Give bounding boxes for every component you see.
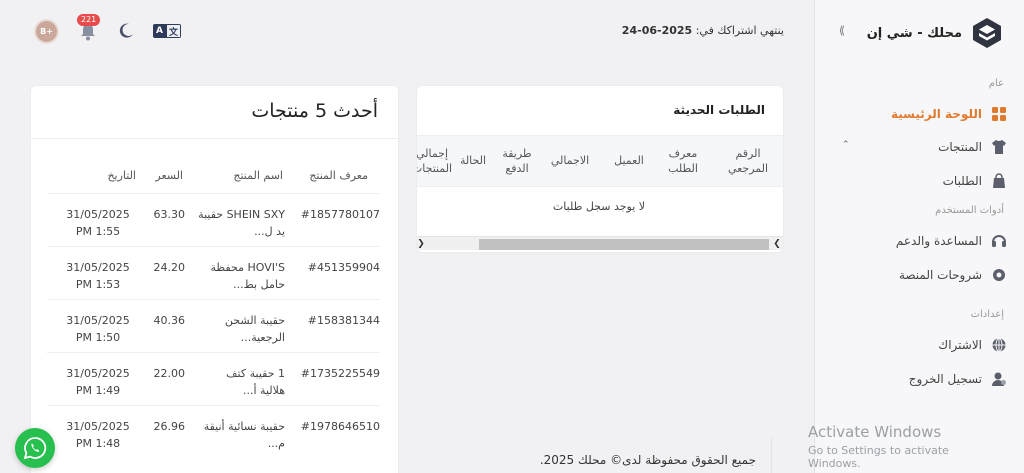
footer-divider — [771, 438, 772, 473]
sidebar-item-label: المنتجات — [938, 140, 982, 154]
product-date: 31/05/2025 1:53 PM — [66, 261, 130, 291]
dashboard-icon — [990, 105, 1008, 123]
header-actions: A 文 221 B+ — [34, 14, 181, 44]
chevron-up-icon[interactable]: ⌃ — [842, 140, 850, 150]
sidebar-item-products[interactable]: المنتجات ⌃ — [828, 134, 1008, 160]
product-id: #451359904 — [307, 261, 380, 274]
latest-products-title: أحدث 5 منتجات — [251, 100, 378, 122]
product-name: HOVI'S محفظة حامل بط... — [210, 261, 286, 291]
product-name: حقيبة الشحن الرجعية... — [224, 314, 285, 344]
product-price: 22.00 — [153, 367, 186, 380]
user-logout-icon — [990, 370, 1008, 388]
products-col-date: التاريخ — [107, 169, 136, 182]
orders-col-order-id: معرف الطلب — [668, 147, 698, 175]
sidebar-item-dashboard[interactable]: اللوحة الرئيسية — [828, 101, 1008, 127]
product-id: #1978646510 — [300, 420, 380, 433]
latest-products-card: أحدث 5 منتجات معرف المنتج اسم المنتج الس… — [30, 85, 399, 473]
bag-icon — [990, 172, 1008, 190]
whatsapp-button[interactable] — [15, 428, 55, 468]
subscription-expiry: ينتهي اشتراكك في: 2025-06-24 — [622, 24, 784, 37]
notifications-button[interactable]: 221 — [77, 14, 101, 42]
orders-col-total: الاجمالي — [550, 154, 590, 167]
watermark-line-1: Activate Windows — [808, 423, 942, 441]
translate-letter-cjk: 文 — [166, 24, 181, 38]
table-row[interactable]: #1735225549 1 حقيبة كتف هلالية أ... 22.0… — [47, 352, 380, 405]
orders-table-header: الرقم المرجعي معرف الطلب العميل الاجمالي… — [416, 135, 783, 187]
product-price: 40.36 — [153, 314, 186, 327]
translate-icon[interactable]: A 文 — [153, 24, 181, 38]
sidebar-item-label: شروحات المنصة — [898, 268, 982, 282]
whatsapp-icon — [23, 437, 47, 460]
sidebar-item-label: الاشتراك — [938, 338, 982, 352]
gear-icon — [990, 266, 1008, 284]
product-id: #1735225549 — [300, 367, 380, 380]
divider — [31, 138, 398, 139]
table-row[interactable]: #1857780107 SHEIN SXY حقيبة يد ل... 63.3… — [47, 193, 380, 246]
sidebar-item-label: اللوحة الرئيسية — [890, 107, 982, 121]
scroll-left-arrow-icon[interactable]: ❮ — [417, 237, 427, 251]
sidebar: محلك - شي إن ⟫ عام اللوحة الرئيسية المنت… — [808, 0, 1024, 473]
product-date: 31/05/2025 1:49 PM — [66, 367, 130, 397]
sidebar-item-label: تسجيل الخروج — [908, 372, 982, 386]
sidebar-item-label: المساعدة والدعم — [895, 234, 982, 248]
scroll-right-arrow-icon[interactable]: ❯ — [771, 237, 783, 251]
subscription-date: 2025-06-24 — [621, 24, 693, 37]
sidebar-item-label: الطلبات — [942, 174, 982, 188]
sidebar-item-logout[interactable]: تسجيل الخروج — [828, 366, 1008, 392]
product-name: حقيبة نسائية أنيقة م... — [203, 420, 285, 450]
watermark-line-2: Go to Settings to activate Windows. — [808, 444, 949, 470]
moon-icon[interactable] — [117, 22, 135, 40]
table-row[interactable]: #158381344 حقيبة الشحن الرجعية... 40.36 … — [47, 299, 380, 352]
orders-col-customer: العميل — [614, 154, 644, 167]
product-id: #1857780107 — [300, 208, 380, 221]
subscription-label: ينتهي اشتراكك في: — [695, 24, 784, 37]
footer-copyright: جميع الحقوق محفوظة لدى© محلك 2025. — [539, 453, 756, 467]
section-label-user-tools: أدوات المستخدم — [935, 205, 1004, 216]
product-price: 26.96 — [153, 420, 186, 433]
orders-col-reference: الرقم المرجعي — [727, 147, 769, 175]
products-col-id: معرف المنتج — [309, 169, 368, 182]
scrollbar-thumb[interactable] — [479, 239, 769, 250]
product-price: 63.30 — [153, 208, 186, 221]
product-id: #158381344 — [307, 314, 380, 327]
table-row[interactable]: #451359904 HOVI'S محفظة حامل بط... 24.20… — [47, 246, 380, 299]
sidebar-item-tutorials[interactable]: شروحات المنصة — [828, 262, 1008, 288]
orders-col-total-products: إجمالي المنتجات — [416, 147, 453, 175]
products-col-name: اسم المنتج — [233, 169, 283, 182]
section-label-general: عام — [988, 78, 1004, 89]
products-col-price: السعر — [155, 169, 183, 182]
activate-windows-watermark: Activate Windows Go to Settings to activ… — [808, 423, 998, 470]
notification-count-badge: 221 — [77, 14, 101, 26]
avatar[interactable]: B+ — [34, 18, 59, 44]
sidebar-item-orders[interactable]: الطلبات — [828, 168, 1008, 194]
recent-orders-title: الطلبات الحديثة — [673, 103, 765, 117]
sidebar-item-subscription[interactable]: الاشتراك — [828, 332, 1008, 358]
product-date: 31/05/2025 1:48 PM — [66, 420, 130, 450]
orders-col-payment-method: طريقة الدفع — [502, 147, 532, 175]
section-label-settings: إعدادات — [970, 309, 1004, 320]
orders-horizontal-scrollbar[interactable]: ❯ ❮ — [417, 236, 783, 251]
product-date: 31/05/2025 1:50 PM — [66, 314, 130, 344]
brand-logo-icon — [973, 18, 1001, 48]
product-name: SHEIN SXY حقيبة يد ل... — [198, 208, 285, 238]
shirt-icon — [990, 138, 1008, 156]
sidebar-collapse-icon[interactable]: ⟫ — [833, 24, 845, 38]
translate-letter-latin: A — [153, 24, 166, 38]
orders-empty-state: لا يوجد سجل طلبات — [552, 200, 646, 213]
sidebar-item-support[interactable]: المساعدة والدعم — [828, 228, 1008, 254]
recent-orders-card: الطلبات الحديثة الرقم المرجعي معرف الطلب… — [416, 85, 784, 253]
globe-icon — [990, 336, 1008, 354]
product-date: 31/05/2025 1:55 PM — [66, 208, 130, 238]
table-row[interactable]: #1978646510 حقيبة نسائية أنيقة م... 26.9… — [47, 405, 380, 458]
product-price: 24.20 — [153, 261, 186, 274]
brand[interactable]: محلك - شي إن — [867, 16, 1004, 50]
brand-name: محلك - شي إن — [866, 25, 962, 41]
product-name: 1 حقيبة كتف هلالية أ... — [226, 367, 285, 397]
headset-icon — [990, 232, 1008, 250]
